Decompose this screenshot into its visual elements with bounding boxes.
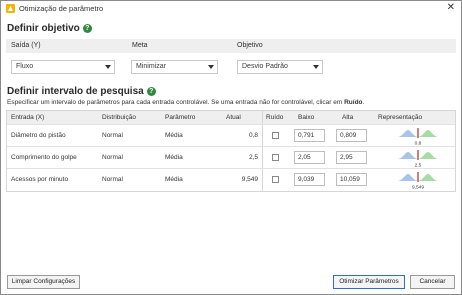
distribution-preview: 9,549 [397,172,439,191]
parameter-value: Média [165,132,183,139]
hint-noise-word: Ruído [344,99,363,106]
chevron-down-icon [105,65,111,69]
hint-text: Especificar um intervalo de parâmetros p… [7,99,345,106]
output-select[interactable]: Fluxo [11,60,115,74]
cancel-button[interactable]: Cancelar [410,275,455,289]
table-row: Acessos por minuto Normal Média 9,549 9,039 1… [7,168,455,191]
objective-heading-text: Definir objetivo [7,23,80,34]
high-bell-curve [417,174,439,181]
marker-label: 9,549 [412,185,424,191]
col-target: Objetivo [237,42,263,49]
parameter-value: Média [165,176,183,183]
noise-checkbox[interactable] [272,154,279,161]
low-input[interactable]: 2,05 [294,151,325,164]
dialog-window: Otimização de parâmetro ✕ Definir objeti… [0,0,462,295]
th-high: Alta [342,114,354,121]
th-parameter: Parâmetro [165,114,196,121]
objective-heading: Definir objetivo? [7,23,92,34]
search-hint: Especificar um intervalo de parâmetros p… [7,99,364,106]
hint-suffix: . [362,99,365,106]
high-input[interactable]: 2,95 [336,151,367,164]
col-goal: Meta [132,42,148,49]
th-current: Atual [226,114,241,121]
objective-header-bar [6,39,456,53]
table-header: Entrada (X) Distribuição Parâmetro Atual… [7,111,455,124]
high-input[interactable]: 10,059 [336,173,367,186]
th-low: Baixo [298,114,315,121]
close-icon[interactable]: ✕ [447,2,455,14]
search-heading-text: Definir intervalo de pesquisa [7,86,144,97]
th-representation: Representação [378,114,423,121]
question-circle-icon[interactable]: ? [146,87,156,96]
target-select-value: Desvio Padrão [242,63,288,70]
table-row: Comprimento do golpe Normal Média 2,5 2,05 2,… [7,146,455,169]
question-circle-icon[interactable]: ? [82,24,92,33]
low-bell-curve [397,130,419,137]
app-logo-icon [6,4,15,13]
chevron-down-icon [208,65,214,69]
high-input[interactable]: 0,809 [336,129,367,142]
input-name: Acessos por minuto [11,176,69,183]
search-heading: Definir intervalo de pesquisa? [7,86,156,97]
target-select[interactable]: Desvio Padrão [237,60,323,74]
input-name: Comprimento do golpe [11,154,77,161]
distribution-value: Normal [102,154,123,161]
output-select-value: Fluxo [16,63,34,70]
low-bell-curve [397,174,419,181]
noise-checkbox[interactable] [272,176,279,183]
high-bell-curve [417,152,439,159]
th-input: Entrada (X) [11,114,45,121]
distribution-value: Normal [102,176,123,183]
parameter-value: Média [165,154,183,161]
low-input[interactable]: 9,039 [294,173,325,186]
col-output: Saída (Y) [11,42,41,49]
th-noise: Ruído [266,114,284,121]
current-value: 9,549 [241,176,258,183]
search-table: Entrada (X) Distribuição Parâmetro Atual… [6,110,456,192]
reset-button[interactable]: Limpar Configurações [7,275,80,289]
low-input[interactable]: 0,791 [294,129,325,142]
high-bell-curve [417,130,439,137]
input-name: Diâmetro do pistão [11,132,66,139]
noise-checkbox[interactable] [272,132,279,139]
distribution-preview: 0,8 [397,128,439,147]
current-value: 2,5 [248,154,258,161]
low-bell-curve [397,152,419,159]
table-row: Diâmetro do pistão Normal Média 0,8 0,791 0,8… [7,124,455,147]
distribution-value: Normal [102,132,123,139]
title-bar: Otimização de parâmetro ✕ [1,1,461,17]
th-distribution: Distribuição [102,114,136,121]
optimize-button[interactable]: Otimizar Parâmetros [333,275,405,289]
distribution-preview: 2,5 [397,150,439,169]
goal-select[interactable]: Minimizar [131,60,218,74]
current-value: 0,8 [248,132,258,139]
goal-select-value: Minimizar [136,63,166,70]
chevron-down-icon [313,65,319,69]
window-title: Otimização de parâmetro [19,4,104,13]
